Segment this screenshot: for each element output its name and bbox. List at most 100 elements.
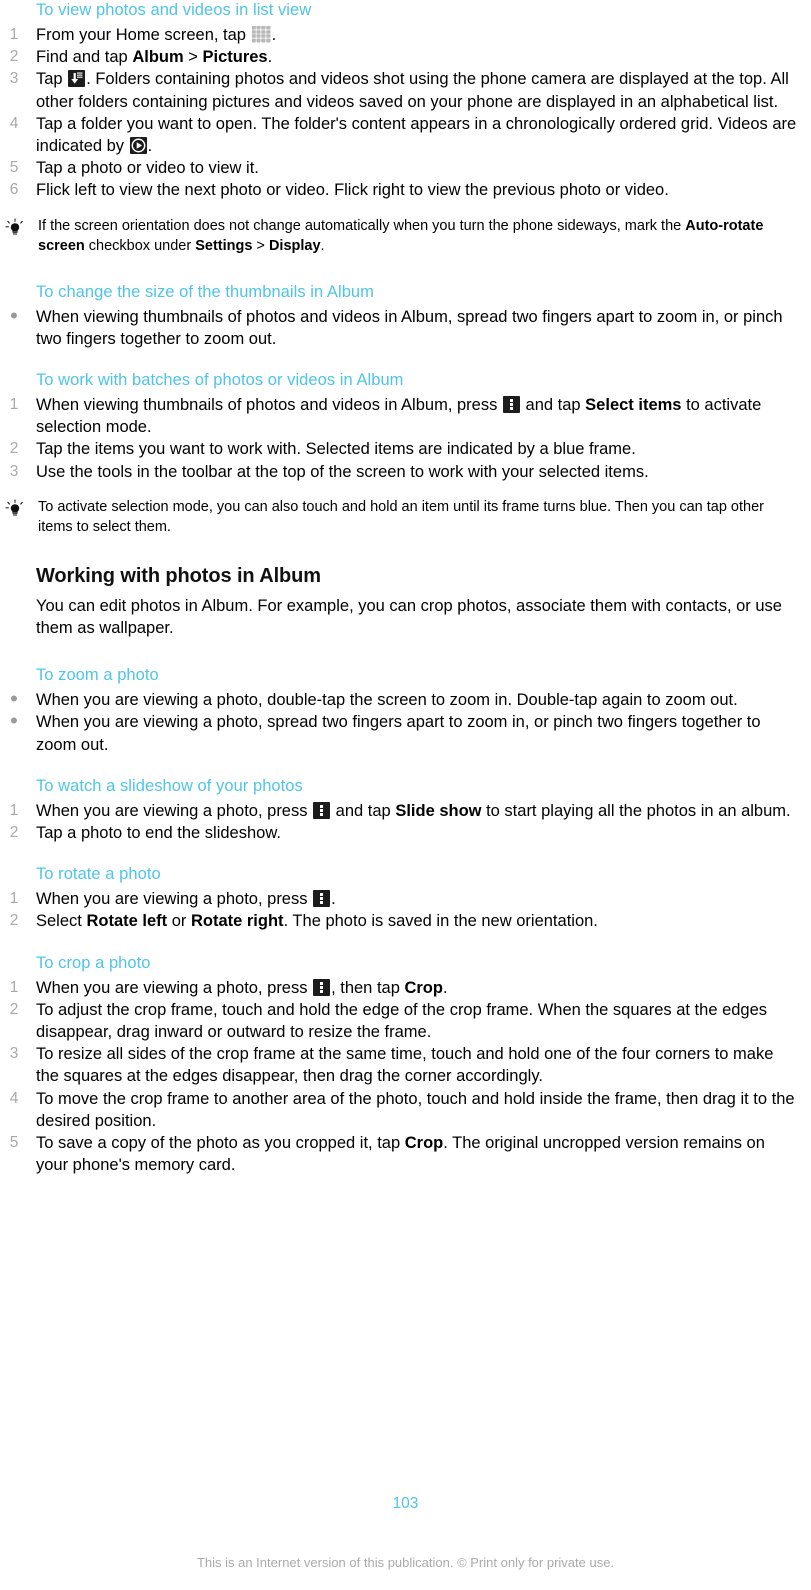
ui-label-pictures: Pictures [202, 48, 268, 67]
bullets-thumbnail-size: • When viewing thumbnails of photos and v… [0, 302, 797, 350]
app-drawer-grid-icon [251, 26, 271, 43]
step-number: 1 [9, 396, 19, 414]
step-text: Flick left to view the next photo or vid… [36, 181, 669, 200]
overflow-menu-icon [502, 396, 520, 414]
folder-download-icon [68, 70, 86, 88]
step-text-post: . [267, 48, 273, 67]
overflow-menu-icon [313, 890, 331, 908]
step-text: To save a copy of the photo as you cropp… [36, 1134, 405, 1153]
step-text: To move the crop frame to another area o… [36, 1089, 795, 1130]
heading-thumbnail-size: To change the size of the thumbnails in … [36, 282, 374, 301]
ui-label-settings: Settings [195, 237, 253, 254]
intro-working-with-photos: You can edit photos in Album. For exampl… [36, 596, 782, 638]
bullet-marker: • [10, 302, 18, 328]
steps-slideshow: 1 When you are viewing a photo, press and… [0, 800, 797, 844]
separator: > [252, 237, 269, 254]
step-number: 2 [9, 440, 19, 458]
list-item: 2 Select Rotate left or Rotate right. The… [0, 910, 797, 932]
list-item: • When viewing thumbnails of photos and v… [0, 302, 797, 350]
step-text: Find and tap [36, 48, 133, 67]
tip-text: To activate selection mode, you can also… [38, 498, 764, 535]
list-item: 4 To move the crop frame to another area … [0, 1088, 797, 1132]
step-number: 6 [9, 181, 19, 199]
steps-crop-photo: 1 When you are viewing a photo, press , t… [0, 977, 797, 1177]
step-text: When you are viewing a photo, press [36, 978, 313, 997]
list-item: 5 To save a copy of the photo as you crop… [0, 1132, 797, 1176]
step-number: 5 [9, 159, 19, 177]
tip-text-post: . [320, 237, 325, 254]
overflow-menu-icon [313, 801, 331, 819]
step-text: Tap a photo or video to view it. [36, 159, 259, 178]
overflow-menu-icon [313, 978, 331, 996]
steps-list-view: 1 From your Home screen, tap . 2 Find and … [0, 24, 797, 202]
step-number: 2 [9, 1000, 19, 1018]
page-number: 103 [392, 1495, 419, 1512]
list-item: 2 Tap the items you want to work with. Se… [0, 438, 797, 460]
ui-label-rotate-right: Rotate right [190, 912, 284, 931]
list-item: • When you are viewing a photo, double-ta… [0, 686, 797, 712]
step-text: When you are viewing a photo, press [36, 890, 313, 909]
heading-slideshow: To watch a slideshow of your photos [36, 776, 303, 795]
list-item: 5 Tap a photo or video to view it. [0, 157, 797, 179]
steps-rotate-photo: 1 When you are viewing a photo, press . 2… [0, 888, 797, 932]
list-item: 3 Tap . Folders containing photos and vid… [0, 68, 797, 112]
ui-label-display: Display [268, 237, 321, 254]
separator: > [183, 48, 203, 67]
step-number: 3 [9, 462, 19, 480]
ui-label-album: Album [132, 48, 184, 67]
list-item: 3 Use the tools in the toolbar at the top… [0, 461, 797, 483]
list-item: 4 Tap a folder you want to open. The fold… [0, 113, 797, 157]
step-text: Select [36, 912, 87, 931]
lightbulb-tip-icon [4, 218, 26, 240]
step-text-post: . Folders containing photos and videos s… [36, 70, 789, 111]
list-item: 1 When viewing thumbnails of photos and v… [0, 394, 797, 438]
heading-list-view: To view photos and videos in list view [36, 1, 312, 19]
ui-label-crop: Crop [404, 1134, 444, 1153]
step-number: 1 [9, 26, 19, 43]
step-number: 2 [9, 912, 19, 930]
step-text-mid: , then tap [331, 978, 405, 997]
heading-batches: To work with batches of photos or videos… [36, 371, 404, 390]
page-content: To view photos and videos in list view 1… [0, 0, 797, 1177]
separator: or [167, 912, 191, 931]
list-item: 1 When you are viewing a photo, press . [0, 888, 797, 910]
list-item: 6 Flick left to view the next photo or vi… [0, 179, 797, 201]
lightbulb-tip-icon [4, 499, 26, 521]
step-text-post: . [271, 26, 277, 44]
bullet-text: When you are viewing a photo, spread two… [36, 713, 761, 754]
step-text-post: . [147, 137, 153, 156]
list-item: 2 Find and tap Album > Pictures. [0, 46, 797, 68]
steps-batches: 1 When viewing thumbnails of photos and v… [0, 394, 797, 483]
tip-block-selection-mode: To activate selection mode, you can also… [0, 497, 797, 537]
tip-text-mid: checkbox under [84, 237, 196, 254]
tip-text: If the screen orientation does not chang… [38, 216, 797, 256]
step-text: Tap [36, 70, 68, 89]
footer-copyright-note: This is an Internet version of this publ… [196, 1555, 615, 1570]
step-number: 1 [9, 978, 19, 996]
ui-label-slide-show: Slide show [395, 801, 482, 820]
list-item: 1 When you are viewing a photo, press , t… [0, 977, 797, 999]
step-number: 3 [9, 1045, 19, 1063]
document-page: To view photos and videos in list view 1… [0, 0, 811, 1590]
list-item: 2 To adjust the crop frame, touch and hol… [0, 999, 797, 1043]
step-text: When viewing thumbnails of photos and vi… [36, 396, 502, 415]
step-text-post: . The photo is saved in the new orientat… [283, 912, 598, 931]
step-text-post: . [442, 978, 448, 997]
bullet-text: When viewing thumbnails of photos and vi… [36, 307, 783, 348]
list-item: 1 When you are viewing a photo, press and… [0, 800, 797, 822]
step-number: 1 [9, 890, 19, 908]
bullet-marker: • [10, 686, 18, 712]
list-item: • When you are viewing a photo, spread tw… [0, 708, 797, 755]
step-text: When you are viewing a photo, press [36, 801, 313, 820]
step-number: 2 [9, 824, 19, 842]
tip-text-pre: If the screen orientation does not chang… [38, 217, 686, 234]
step-text: To resize all sides of the crop frame at… [36, 1045, 774, 1086]
bullet-marker: • [10, 708, 18, 734]
list-item: 2 Tap a photo to end the slideshow. [0, 822, 797, 844]
